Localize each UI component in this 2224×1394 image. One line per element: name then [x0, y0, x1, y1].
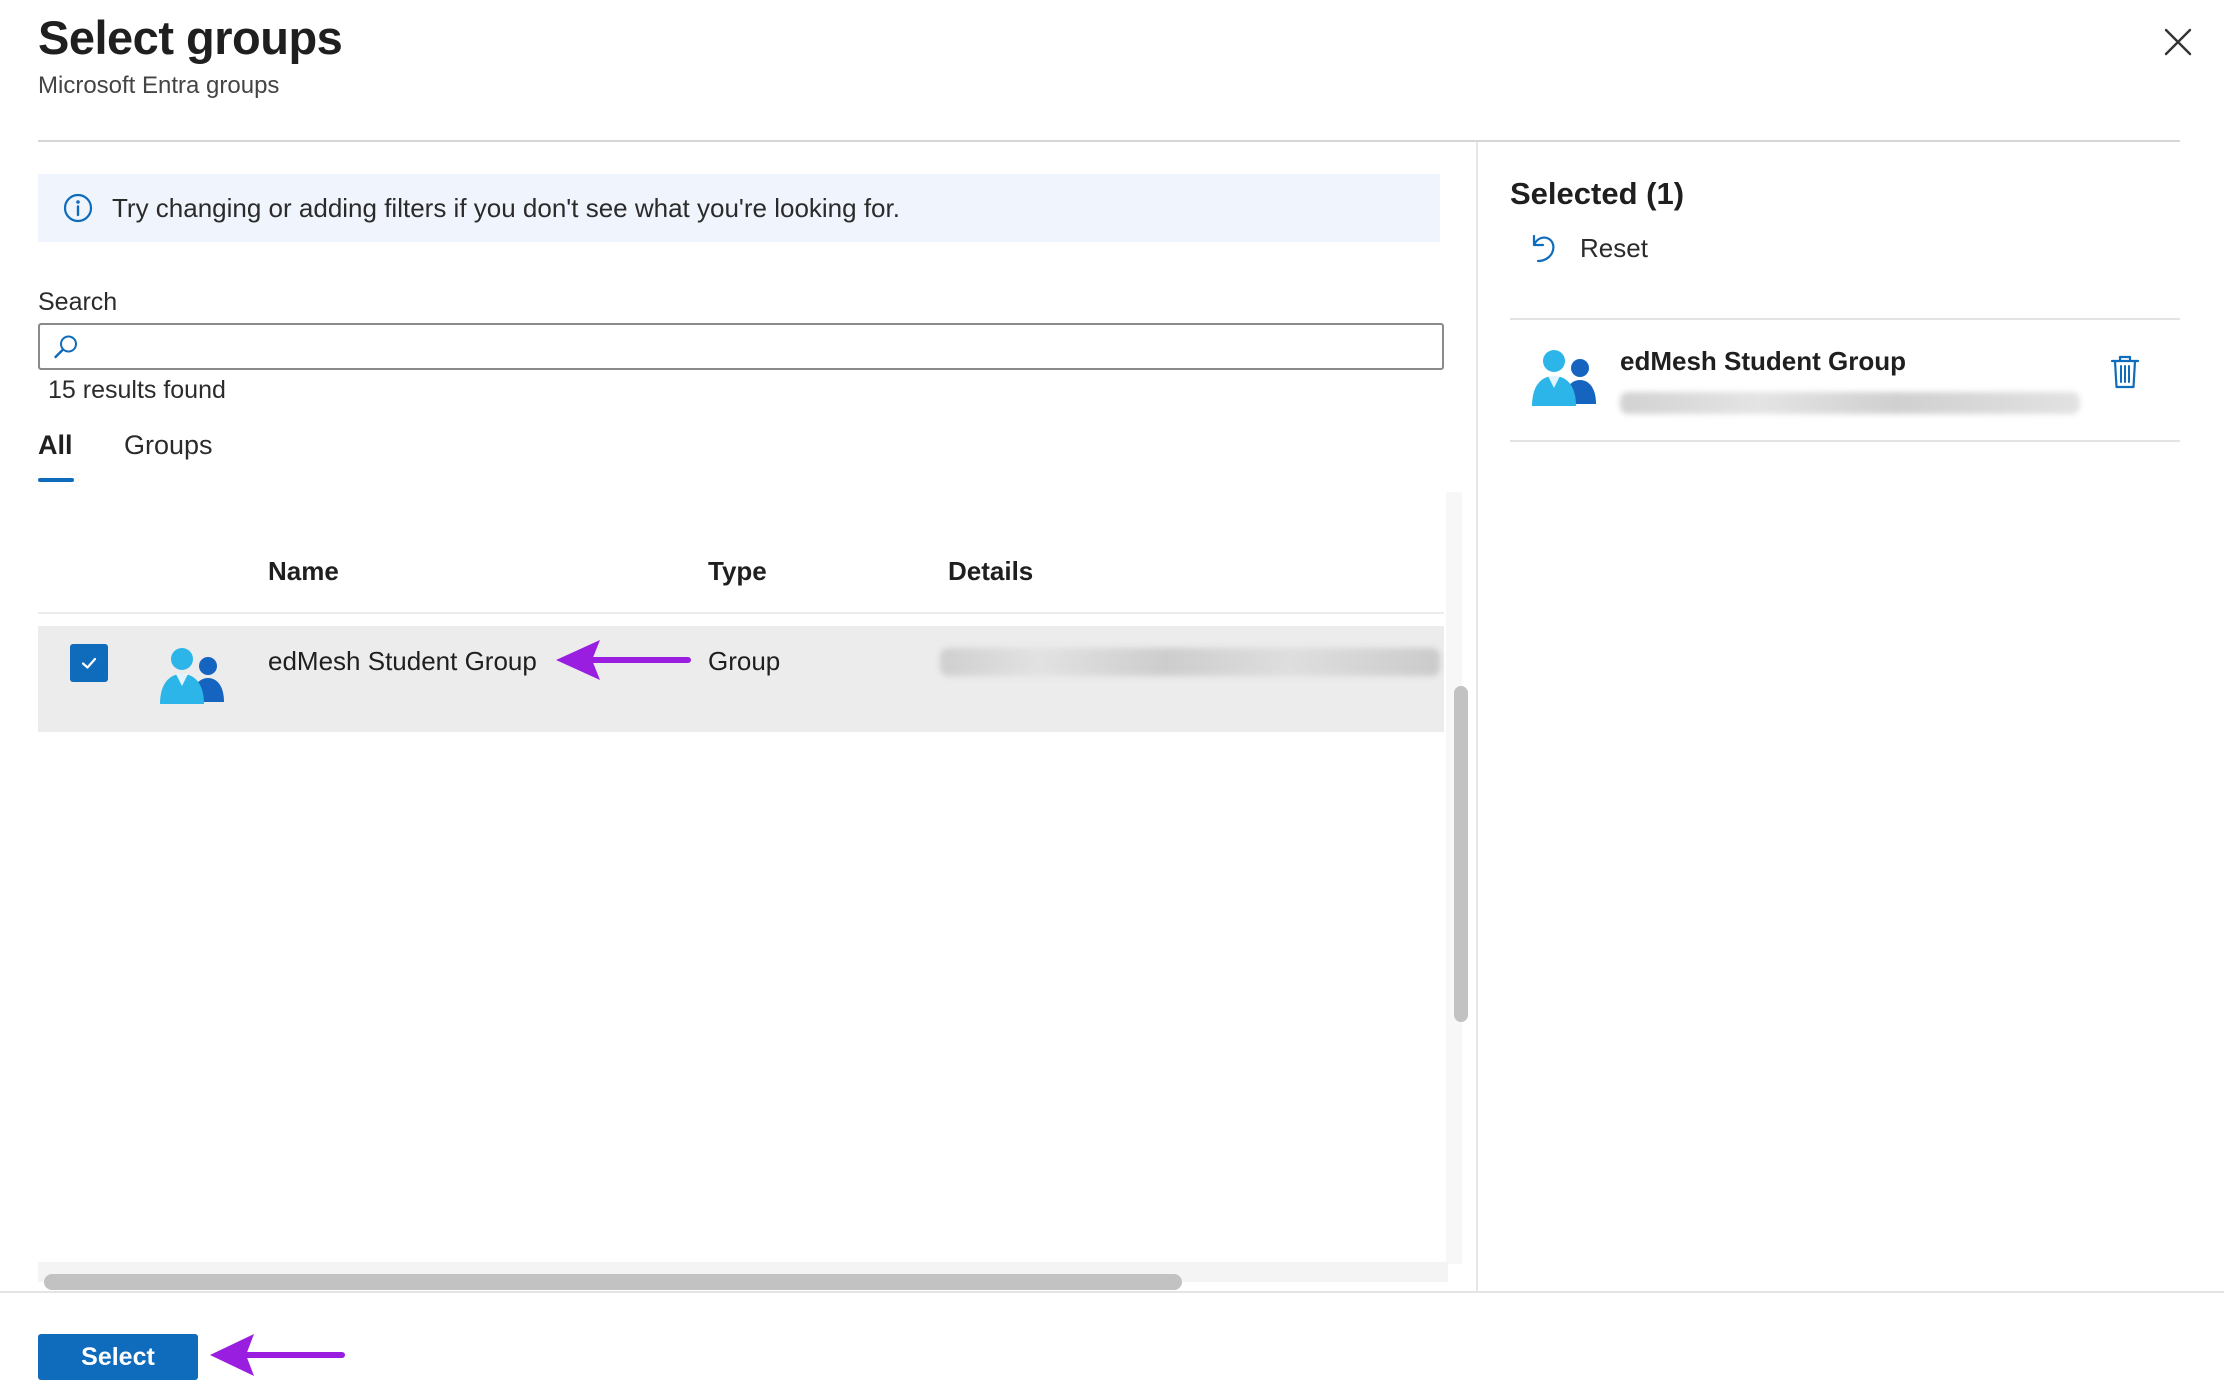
row-checkbox[interactable] [70, 644, 108, 682]
reset-label: Reset [1580, 232, 1648, 263]
search-box[interactable] [38, 323, 1444, 370]
column-header-name[interactable]: Name [268, 556, 339, 587]
column-header-type[interactable]: Type [708, 556, 767, 587]
active-tab-indicator [38, 478, 74, 482]
reset-button[interactable]: Reset [1526, 230, 1648, 266]
select-button[interactable]: Select [38, 1334, 198, 1380]
search-icon [54, 335, 77, 358]
selected-list-top-divider [1510, 318, 2180, 320]
panel-subtitle: Microsoft Entra groups [38, 72, 280, 99]
selected-list-bottom-divider [1510, 440, 2180, 442]
selected-panel-title: Selected (1) [1510, 176, 1685, 211]
remove-selected-button[interactable] [2108, 352, 2142, 392]
group-icon [1532, 350, 1596, 406]
horizontal-scrollbar[interactable] [44, 1274, 1182, 1290]
tab-all[interactable]: All [38, 430, 73, 461]
info-banner: Try changing or adding filters if you do… [38, 174, 1440, 242]
close-button[interactable] [2158, 22, 2198, 62]
trash-icon [2110, 355, 2140, 389]
tab-groups[interactable]: Groups [124, 430, 213, 461]
checkmark-icon [81, 657, 97, 669]
footer-divider [0, 1291, 2224, 1293]
header-divider [38, 140, 2180, 142]
group-icon [160, 648, 224, 704]
close-icon [2164, 28, 2192, 56]
vertical-scrollbar[interactable] [1454, 686, 1468, 1022]
column-header-details[interactable]: Details [948, 556, 1033, 587]
annotation-arrow-icon [556, 640, 691, 680]
annotation-arrow-icon [210, 1334, 345, 1376]
row-details-redacted [940, 648, 1440, 676]
selected-item-details-redacted [1620, 392, 2080, 414]
undo-icon [1532, 234, 1555, 263]
row-name[interactable]: edMesh Student Group [268, 646, 537, 677]
panel-divider [1476, 142, 1478, 1292]
panel-title: Select groups [38, 11, 343, 64]
table-header-divider [38, 612, 1444, 614]
row-type: Group [708, 646, 781, 676]
results-count: 15 results found [48, 376, 226, 404]
search-input[interactable] [90, 325, 1442, 368]
info-icon [63, 193, 93, 223]
selected-item-name: edMesh Student Group [1620, 346, 1906, 376]
search-label: Search [38, 288, 118, 316]
info-message: Try changing or adding filters if you do… [112, 192, 900, 223]
table-row[interactable] [38, 626, 1444, 732]
